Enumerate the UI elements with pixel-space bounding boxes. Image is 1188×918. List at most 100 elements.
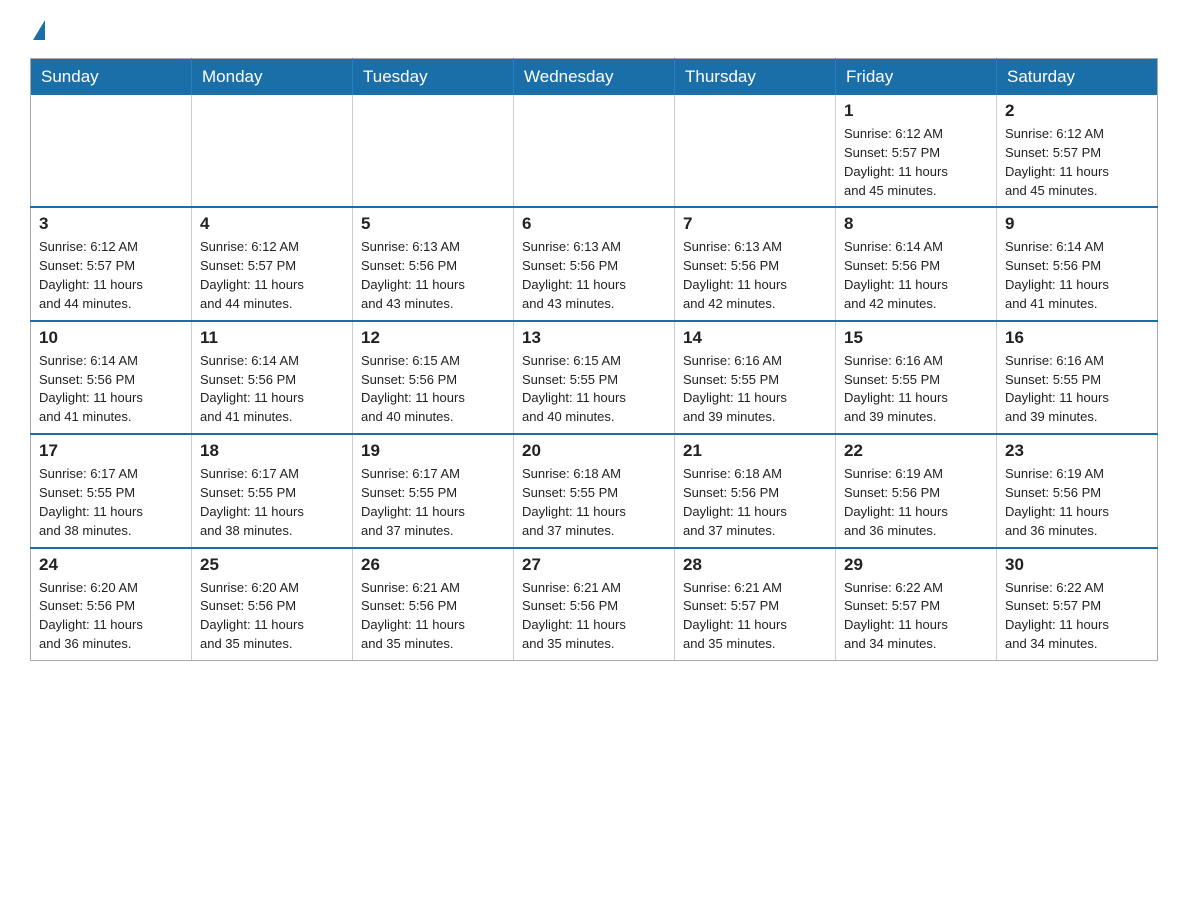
day-number: 23 bbox=[1005, 441, 1149, 461]
day-info: Sunrise: 6:20 AM Sunset: 5:56 PM Dayligh… bbox=[200, 579, 344, 654]
calendar-week-row: 24 Sunrise: 6:20 AM Sunset: 5:56 PM Dayli… bbox=[31, 548, 1158, 661]
calendar-cell: 29 Sunrise: 6:22 AM Sunset: 5:57 PM Dayli… bbox=[836, 548, 997, 661]
logo bbox=[30, 20, 45, 42]
calendar-cell: 6 Sunrise: 6:13 AM Sunset: 5:56 PM Daylig… bbox=[514, 207, 675, 320]
day-info: Sunrise: 6:18 AM Sunset: 5:55 PM Dayligh… bbox=[522, 465, 666, 540]
day-number: 29 bbox=[844, 555, 988, 575]
calendar-header-tuesday: Tuesday bbox=[353, 59, 514, 96]
day-number: 25 bbox=[200, 555, 344, 575]
day-number: 12 bbox=[361, 328, 505, 348]
day-number: 16 bbox=[1005, 328, 1149, 348]
day-number: 24 bbox=[39, 555, 183, 575]
calendar-week-row: 17 Sunrise: 6:17 AM Sunset: 5:55 PM Dayli… bbox=[31, 434, 1158, 547]
calendar-table: SundayMondayTuesdayWednesdayThursdayFrid… bbox=[30, 58, 1158, 661]
day-number: 13 bbox=[522, 328, 666, 348]
day-info: Sunrise: 6:14 AM Sunset: 5:56 PM Dayligh… bbox=[200, 352, 344, 427]
day-number: 10 bbox=[39, 328, 183, 348]
calendar-cell: 24 Sunrise: 6:20 AM Sunset: 5:56 PM Dayli… bbox=[31, 548, 192, 661]
day-number: 18 bbox=[200, 441, 344, 461]
calendar-cell bbox=[514, 95, 675, 207]
calendar-cell: 13 Sunrise: 6:15 AM Sunset: 5:55 PM Dayli… bbox=[514, 321, 675, 434]
day-info: Sunrise: 6:17 AM Sunset: 5:55 PM Dayligh… bbox=[39, 465, 183, 540]
page-header bbox=[30, 20, 1158, 42]
calendar-header-saturday: Saturday bbox=[997, 59, 1158, 96]
calendar-header-wednesday: Wednesday bbox=[514, 59, 675, 96]
day-info: Sunrise: 6:13 AM Sunset: 5:56 PM Dayligh… bbox=[361, 238, 505, 313]
calendar-week-row: 3 Sunrise: 6:12 AM Sunset: 5:57 PM Daylig… bbox=[31, 207, 1158, 320]
day-info: Sunrise: 6:22 AM Sunset: 5:57 PM Dayligh… bbox=[1005, 579, 1149, 654]
calendar-cell bbox=[675, 95, 836, 207]
day-number: 8 bbox=[844, 214, 988, 234]
calendar-cell bbox=[31, 95, 192, 207]
calendar-cell: 8 Sunrise: 6:14 AM Sunset: 5:56 PM Daylig… bbox=[836, 207, 997, 320]
day-info: Sunrise: 6:22 AM Sunset: 5:57 PM Dayligh… bbox=[844, 579, 988, 654]
day-number: 5 bbox=[361, 214, 505, 234]
calendar-cell: 28 Sunrise: 6:21 AM Sunset: 5:57 PM Dayli… bbox=[675, 548, 836, 661]
day-number: 3 bbox=[39, 214, 183, 234]
day-number: 4 bbox=[200, 214, 344, 234]
calendar-cell: 22Sunrise: 6:19 AM Sunset: 5:56 PM Dayli… bbox=[836, 434, 997, 547]
calendar-cell bbox=[353, 95, 514, 207]
day-info: Sunrise: 6:12 AM Sunset: 5:57 PM Dayligh… bbox=[1005, 125, 1149, 200]
day-info: Sunrise: 6:18 AM Sunset: 5:56 PM Dayligh… bbox=[683, 465, 827, 540]
day-info: Sunrise: 6:16 AM Sunset: 5:55 PM Dayligh… bbox=[1005, 352, 1149, 427]
day-info: Sunrise: 6:13 AM Sunset: 5:56 PM Dayligh… bbox=[683, 238, 827, 313]
calendar-cell: 17 Sunrise: 6:17 AM Sunset: 5:55 PM Dayli… bbox=[31, 434, 192, 547]
day-number: 26 bbox=[361, 555, 505, 575]
calendar-cell: 18 Sunrise: 6:17 AM Sunset: 5:55 PM Dayli… bbox=[192, 434, 353, 547]
day-info: Sunrise: 6:14 AM Sunset: 5:56 PM Dayligh… bbox=[1005, 238, 1149, 313]
calendar-cell: 1 Sunrise: 6:12 AM Sunset: 5:57 PM Daylig… bbox=[836, 95, 997, 207]
day-info: Sunrise: 6:19 AM Sunset: 5:56 PM Dayligh… bbox=[1005, 465, 1149, 540]
day-info: Sunrise: 6:12 AM Sunset: 5:57 PM Dayligh… bbox=[200, 238, 344, 313]
day-number: 19 bbox=[361, 441, 505, 461]
day-number: 22 bbox=[844, 441, 988, 461]
calendar-week-row: 10 Sunrise: 6:14 AM Sunset: 5:56 PM Dayli… bbox=[31, 321, 1158, 434]
calendar-cell bbox=[192, 95, 353, 207]
day-number: 20 bbox=[522, 441, 666, 461]
day-number: 7 bbox=[683, 214, 827, 234]
day-number: 30 bbox=[1005, 555, 1149, 575]
calendar-header-row: SundayMondayTuesdayWednesdayThursdayFrid… bbox=[31, 59, 1158, 96]
day-info: Sunrise: 6:13 AM Sunset: 5:56 PM Dayligh… bbox=[522, 238, 666, 313]
day-info: Sunrise: 6:14 AM Sunset: 5:56 PM Dayligh… bbox=[39, 352, 183, 427]
calendar-cell: 7 Sunrise: 6:13 AM Sunset: 5:56 PM Daylig… bbox=[675, 207, 836, 320]
calendar-header-sunday: Sunday bbox=[31, 59, 192, 96]
day-info: Sunrise: 6:15 AM Sunset: 5:56 PM Dayligh… bbox=[361, 352, 505, 427]
calendar-cell: 27Sunrise: 6:21 AM Sunset: 5:56 PM Dayli… bbox=[514, 548, 675, 661]
day-number: 2 bbox=[1005, 101, 1149, 121]
calendar-cell: 23 Sunrise: 6:19 AM Sunset: 5:56 PM Dayli… bbox=[997, 434, 1158, 547]
day-info: Sunrise: 6:21 AM Sunset: 5:56 PM Dayligh… bbox=[361, 579, 505, 654]
calendar-cell: 10 Sunrise: 6:14 AM Sunset: 5:56 PM Dayli… bbox=[31, 321, 192, 434]
calendar-header-friday: Friday bbox=[836, 59, 997, 96]
calendar-cell: 26 Sunrise: 6:21 AM Sunset: 5:56 PM Dayli… bbox=[353, 548, 514, 661]
day-info: Sunrise: 6:12 AM Sunset: 5:57 PM Dayligh… bbox=[39, 238, 183, 313]
calendar-cell: 2 Sunrise: 6:12 AM Sunset: 5:57 PM Daylig… bbox=[997, 95, 1158, 207]
day-info: Sunrise: 6:15 AM Sunset: 5:55 PM Dayligh… bbox=[522, 352, 666, 427]
calendar-cell: 21 Sunrise: 6:18 AM Sunset: 5:56 PM Dayli… bbox=[675, 434, 836, 547]
calendar-header-monday: Monday bbox=[192, 59, 353, 96]
calendar-cell: 16 Sunrise: 6:16 AM Sunset: 5:55 PM Dayli… bbox=[997, 321, 1158, 434]
day-number: 1 bbox=[844, 101, 988, 121]
day-number: 11 bbox=[200, 328, 344, 348]
calendar-week-row: 1 Sunrise: 6:12 AM Sunset: 5:57 PM Daylig… bbox=[31, 95, 1158, 207]
calendar-cell: 12 Sunrise: 6:15 AM Sunset: 5:56 PM Dayli… bbox=[353, 321, 514, 434]
day-info: Sunrise: 6:17 AM Sunset: 5:55 PM Dayligh… bbox=[361, 465, 505, 540]
calendar-cell: 11 Sunrise: 6:14 AM Sunset: 5:56 PM Dayli… bbox=[192, 321, 353, 434]
day-number: 6 bbox=[522, 214, 666, 234]
calendar-cell: 30 Sunrise: 6:22 AM Sunset: 5:57 PM Dayli… bbox=[997, 548, 1158, 661]
day-number: 28 bbox=[683, 555, 827, 575]
day-info: Sunrise: 6:12 AM Sunset: 5:57 PM Dayligh… bbox=[844, 125, 988, 200]
calendar-cell: 4 Sunrise: 6:12 AM Sunset: 5:57 PM Daylig… bbox=[192, 207, 353, 320]
day-number: 9 bbox=[1005, 214, 1149, 234]
calendar-cell: 3 Sunrise: 6:12 AM Sunset: 5:57 PM Daylig… bbox=[31, 207, 192, 320]
day-info: Sunrise: 6:20 AM Sunset: 5:56 PM Dayligh… bbox=[39, 579, 183, 654]
day-number: 21 bbox=[683, 441, 827, 461]
day-info: Sunrise: 6:17 AM Sunset: 5:55 PM Dayligh… bbox=[200, 465, 344, 540]
logo-triangle-icon bbox=[33, 20, 45, 40]
day-info: Sunrise: 6:14 AM Sunset: 5:56 PM Dayligh… bbox=[844, 238, 988, 313]
day-info: Sunrise: 6:21 AM Sunset: 5:57 PM Dayligh… bbox=[683, 579, 827, 654]
calendar-cell: 14Sunrise: 6:16 AM Sunset: 5:55 PM Dayli… bbox=[675, 321, 836, 434]
day-number: 17 bbox=[39, 441, 183, 461]
calendar-cell: 19 Sunrise: 6:17 AM Sunset: 5:55 PM Dayli… bbox=[353, 434, 514, 547]
day-number: 15 bbox=[844, 328, 988, 348]
